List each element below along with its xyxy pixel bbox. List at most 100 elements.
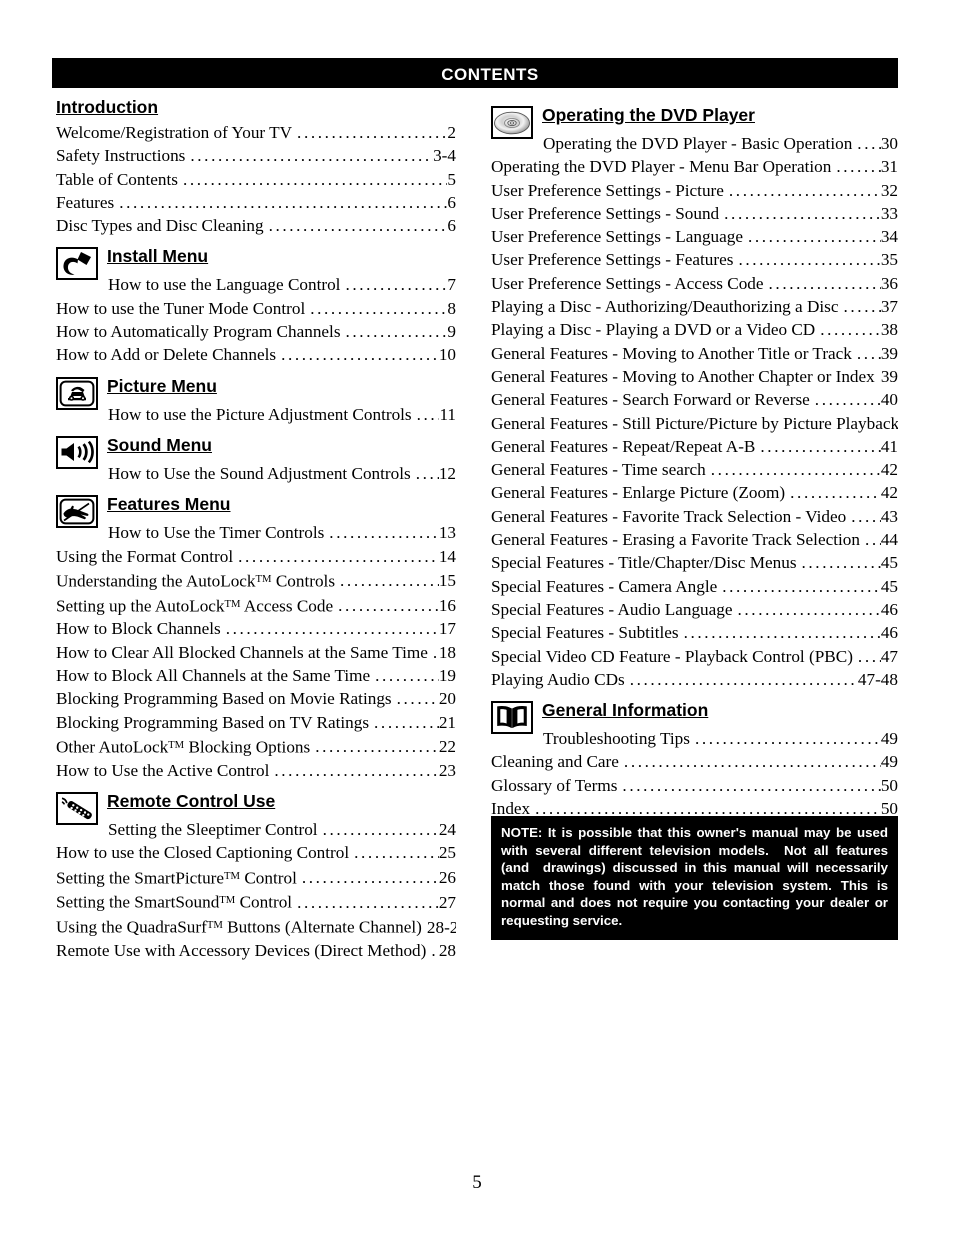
toc-entry[interactable]: How to Use the Active Control...........… bbox=[56, 759, 456, 782]
toc-entry[interactable]: Setting the SmartSoundTM Control........… bbox=[56, 889, 456, 914]
toc-entry[interactable]: General Features - Search Forward or Rev… bbox=[491, 388, 898, 411]
toc-entry[interactable]: How to Use the Timer Controls...........… bbox=[56, 521, 456, 544]
toc-entry[interactable]: Other AutoLockTM Blocking Options.......… bbox=[56, 734, 456, 759]
toc-leader-dots: ........................................… bbox=[851, 506, 881, 526]
toc-entry[interactable]: How to Add or Delete Channels...........… bbox=[56, 343, 456, 366]
toc-section-title[interactable]: General Information bbox=[542, 700, 708, 721]
toc-entry[interactable]: General Features - Still Picture/Picture… bbox=[491, 412, 898, 435]
toc-leader-dots: ........................................… bbox=[281, 345, 439, 365]
toc-entry-page: 45 bbox=[880, 576, 898, 596]
toc-entry-label: Playing Audio CDs bbox=[491, 669, 625, 689]
toc-entry[interactable]: Features................................… bbox=[56, 191, 456, 214]
toc-entry[interactable]: How to Block All Channels at the Same Ti… bbox=[56, 664, 456, 687]
toc-entry[interactable]: User Preference Settings - Features.....… bbox=[491, 248, 898, 271]
toc-entry[interactable]: Playing Audio CDs.......................… bbox=[491, 668, 898, 691]
toc-entry[interactable]: General Features - Erasing a Favorite Tr… bbox=[491, 528, 898, 551]
toc-section-title[interactable]: Operating the DVD Player bbox=[542, 105, 755, 126]
toc-leader-dots: ........................................… bbox=[345, 322, 448, 342]
toc-leader-dots: ........................................… bbox=[801, 553, 881, 573]
toc-leader-dots: ........................................… bbox=[737, 599, 881, 619]
toc-section-title[interactable]: Sound Menu bbox=[107, 435, 212, 456]
toc-entry[interactable]: Special Video CD Feature - Playback Cont… bbox=[491, 645, 898, 668]
toc-left-column: Introduction Welcome/Registration of Your… bbox=[56, 96, 456, 962]
toc-entry[interactable]: Operating the DVD Player - Basic Operati… bbox=[491, 132, 898, 155]
toc-entry[interactable]: General Features - Favorite Track Select… bbox=[491, 505, 898, 528]
toc-entry[interactable]: Operating the DVD Player - Menu Bar Oper… bbox=[491, 155, 898, 178]
toc-entry[interactable]: How to Block Channels...................… bbox=[56, 617, 456, 640]
toc-entry[interactable]: Disc Types and Disc Cleaning............… bbox=[56, 214, 456, 237]
toc-leader-dots: ........................................… bbox=[315, 737, 439, 757]
toc-entry[interactable]: General Features - Repeat/Repeat A-B....… bbox=[491, 435, 898, 458]
toc-entry[interactable]: User Preference Settings - Sound........… bbox=[491, 202, 898, 225]
toc-entry[interactable]: Playing a Disc - Authorizing/Deauthorizi… bbox=[491, 295, 898, 318]
hand-tv-icon bbox=[56, 495, 98, 529]
toc-entry[interactable]: Cleaning and Care.......................… bbox=[491, 750, 898, 773]
toc-entry-label: How to Block Channels bbox=[56, 619, 221, 639]
toc-leader-dots: ........................................… bbox=[297, 892, 439, 912]
toc-entry-label: General Features - Enlarge Picture (Zoom… bbox=[491, 483, 786, 503]
toc-entry[interactable]: Blocking Programming Based on Movie Rati… bbox=[56, 687, 456, 710]
toc-entry-page: 17 bbox=[438, 619, 456, 639]
toc-entry-label: Special Features - Title/Chapter/Disc Me… bbox=[491, 553, 797, 573]
remote-control-icon bbox=[56, 791, 98, 825]
toc-entry[interactable]: Special Features - Audio Language.......… bbox=[491, 598, 898, 621]
toc-entry[interactable]: How to use the Tuner Mode Control.......… bbox=[56, 297, 456, 320]
toc-leader-dots: ........................................… bbox=[238, 546, 439, 566]
toc-entry[interactable]: Special Features - Camera Angle.........… bbox=[491, 575, 898, 598]
toc-entry-page: 47-48 bbox=[857, 669, 898, 689]
toc-entry[interactable]: General Features - Moving to Another Tit… bbox=[491, 342, 898, 365]
toc-entry[interactable]: Table of Contents.......................… bbox=[56, 168, 456, 191]
toc-entry[interactable]: Glossary of Terms.......................… bbox=[491, 774, 898, 797]
toc-entry[interactable]: Understanding the AutoLockTM Controls...… bbox=[56, 568, 456, 593]
toc-entry-label: Playing a Disc - Authorizing/Deauthorizi… bbox=[491, 297, 839, 317]
toc-entry-page: 24 bbox=[438, 819, 456, 839]
toc-entry[interactable]: Setting the SmartPictureTM Control......… bbox=[56, 865, 456, 890]
toc-entry[interactable]: User Preference Settings - Picture......… bbox=[491, 179, 898, 202]
toc-entry[interactable]: Special Features - Title/Chapter/Disc Me… bbox=[491, 551, 898, 574]
toc-entry[interactable]: General Features - Enlarge Picture (Zoom… bbox=[491, 481, 898, 504]
toc-section-header: General Information bbox=[491, 700, 898, 735]
toc-leader-dots: ........................................… bbox=[268, 216, 448, 236]
toc-entry[interactable]: User Preference Settings - Language.....… bbox=[491, 225, 898, 248]
toc-entry[interactable]: Using the Format Control................… bbox=[56, 545, 456, 568]
toc-entry-label: User Preference Settings - Sound bbox=[491, 203, 720, 223]
toc-entry[interactable]: Blocking Programming Based on TV Ratings… bbox=[56, 711, 456, 734]
toc-entry[interactable]: How to use the Language Control.........… bbox=[56, 273, 456, 296]
toc-section-title[interactable]: Remote Control Use bbox=[107, 791, 275, 812]
toc-entry-label: Table of Contents bbox=[56, 169, 178, 189]
toc-entry[interactable]: Special Features - Subtitles............… bbox=[491, 621, 898, 644]
toc-entry-label: Setting the SmartSoundTM Control bbox=[56, 892, 293, 912]
toc-entry[interactable]: Using the QuadraSurfTM Buttons (Alternat… bbox=[56, 914, 456, 939]
toc-entry[interactable]: Troubleshooting Tips....................… bbox=[491, 727, 898, 750]
toc-entry-page: 18 bbox=[438, 642, 456, 662]
toc-entry-page: 13 bbox=[438, 523, 456, 543]
toc-leader-dots: ........................................… bbox=[768, 273, 881, 293]
toc-section-title[interactable]: Picture Menu bbox=[107, 376, 217, 397]
toc-section-title[interactable]: Introduction bbox=[56, 96, 456, 118]
toc-entry[interactable]: How to Automatically Program Channels...… bbox=[56, 320, 456, 343]
toc-section-header: Install Menu bbox=[56, 246, 456, 281]
toc-entry[interactable]: How to Clear All Blocked Channels at the… bbox=[56, 641, 456, 664]
toc-leader-dots: ........................................… bbox=[820, 320, 881, 340]
toc-entry[interactable]: Safety Instructions.....................… bbox=[56, 144, 456, 167]
toc-entry[interactable]: General Features - Moving to Another Cha… bbox=[491, 365, 898, 388]
toc-entry[interactable]: How to use the Closed Captioning Control… bbox=[56, 841, 456, 864]
toc-entry-page: 43 bbox=[880, 506, 898, 526]
toc-section-title[interactable]: Install Menu bbox=[107, 246, 208, 267]
toc-entry[interactable]: Setting up the AutoLockTM Access Code...… bbox=[56, 593, 456, 618]
toc-entry[interactable]: How to use the Picture Adjustment Contro… bbox=[56, 403, 456, 426]
toc-entry[interactable]: User Preference Settings - Access Code..… bbox=[491, 272, 898, 295]
toc-entry[interactable]: General Features - Time search..........… bbox=[491, 458, 898, 481]
dvd-disc-icon bbox=[491, 106, 533, 139]
toc-entry-label: Playing a Disc - Playing a DVD or a Vide… bbox=[491, 320, 816, 340]
toc-leader-dots: ........................................… bbox=[274, 760, 439, 780]
toc-entry-label: How to use the Language Control bbox=[108, 275, 341, 295]
toc-entry[interactable]: Setting the Sleeptimer Control..........… bbox=[56, 818, 456, 841]
toc-entry-label: Operating the DVD Player - Menu Bar Oper… bbox=[491, 157, 832, 177]
toc-entry[interactable]: Remote Use with Accessory Devices (Direc… bbox=[56, 939, 456, 962]
toc-entry[interactable]: Welcome/Registration of Your TV.........… bbox=[56, 121, 456, 144]
toc-leader-dots: ........................................… bbox=[722, 576, 881, 596]
toc-entry[interactable]: How to Use the Sound Adjustment Controls… bbox=[56, 462, 456, 485]
toc-entry[interactable]: Playing a Disc - Playing a DVD or a Vide… bbox=[491, 318, 898, 341]
toc-section-title[interactable]: Features Menu bbox=[107, 494, 231, 515]
